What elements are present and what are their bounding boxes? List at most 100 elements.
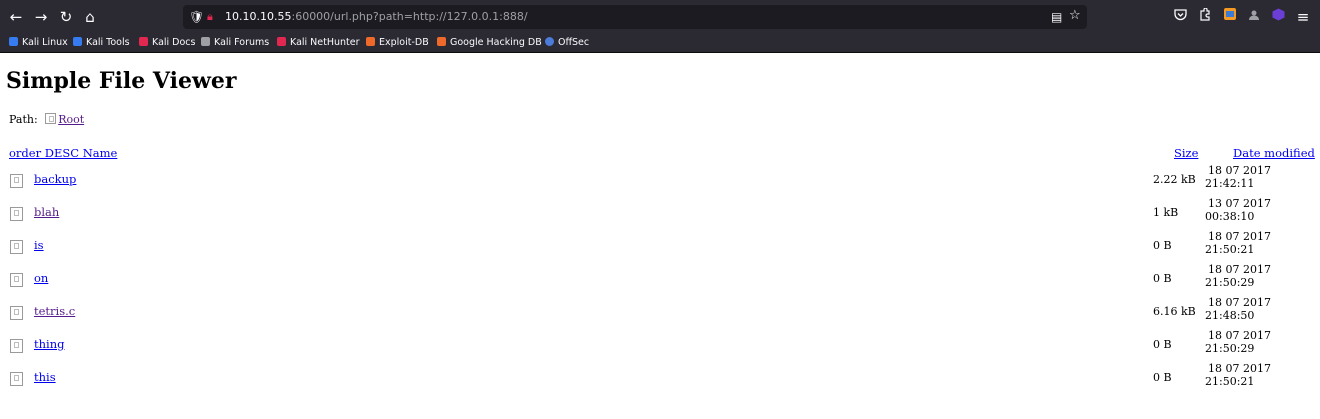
file-row: this 0 B 18 07 2017 21:50:21: [0, 362, 1320, 395]
forward-icon[interactable]: →: [30, 6, 52, 28]
file-size: 6.16 kB: [1153, 305, 1196, 318]
browser-toolbar: ← → ↻ ⌂ 🛡︎ 🔒︎ 10.10.10.55:60000/url.php?…: [0, 0, 1320, 34]
file-icon-glyph: [10, 174, 23, 188]
file-link[interactable]: is: [34, 238, 44, 252]
offsec-icon: [545, 37, 554, 46]
file-icon: [10, 238, 23, 254]
file-date-time: 21:42:11: [1205, 176, 1255, 190]
file-date: 18 07 2017 21:50:29: [1205, 263, 1271, 289]
page-content: Simple File Viewer Path: Root order DESC…: [0, 53, 1320, 419]
extensions-icon[interactable]: [1195, 7, 1215, 27]
exploit-db-icon: [366, 37, 375, 46]
file-size: 1 kB: [1153, 206, 1179, 219]
file-row: is 0 B 18 07 2017 21:50:21: [0, 230, 1320, 263]
kali-tools-icon: [73, 37, 82, 46]
file-icon: [10, 337, 23, 353]
file-size: 0 B: [1153, 239, 1172, 252]
bookmark-kali-forums[interactable]: Kali Forums: [201, 34, 269, 52]
file-icon: [10, 205, 23, 221]
file-date-time: 21:50:21: [1205, 242, 1255, 256]
bookmark-star-icon[interactable]: ☆: [1069, 7, 1081, 25]
file-row: backup 2.22 kB 18 07 2017 21:42:11: [0, 164, 1320, 197]
file-icon-glyph: [10, 240, 23, 254]
file-link[interactable]: tetris.c: [34, 304, 75, 318]
kali-dragon-icon: [9, 37, 18, 46]
file-date-day: 18 07 2017: [1208, 164, 1271, 177]
bookmark-google-hacking-db[interactable]: Google Hacking DB: [437, 34, 542, 52]
file-row: thing 0 B 18 07 2017 21:50:29: [0, 329, 1320, 362]
file-link[interactable]: backup: [34, 172, 76, 186]
file-date-day: 18 07 2017: [1208, 362, 1271, 375]
address-bar[interactable]: 🛡︎ 🔒︎ 10.10.10.55:60000/url.php?path=htt…: [183, 5, 1087, 29]
page-title: Simple File Viewer: [6, 68, 237, 94]
file-link[interactable]: thing: [34, 337, 64, 351]
file-icon-glyph: [10, 207, 23, 221]
file-icon: [10, 172, 23, 188]
file-date: 18 07 2017 21:50:21: [1205, 362, 1271, 388]
file-icon: [10, 304, 23, 320]
file-date-time: 21:48:50: [1205, 308, 1255, 322]
container-icon[interactable]: [1268, 7, 1288, 27]
url-host: 10.10.10.55: [225, 10, 292, 23]
sort-name-header[interactable]: order DESC Name: [9, 146, 117, 160]
root-link[interactable]: Root: [58, 113, 84, 126]
bookmark-exploit-db[interactable]: Exploit-DB: [366, 34, 429, 52]
bookmark-label: Exploit-DB: [379, 37, 429, 48]
file-link[interactable]: this: [34, 370, 56, 384]
file-date: 18 07 2017 21:50:29: [1205, 329, 1271, 355]
bookmark-kali-nethunter[interactable]: Kali NetHunter: [277, 34, 360, 52]
burp-icon[interactable]: [1220, 7, 1240, 27]
file-link[interactable]: blah: [34, 205, 59, 219]
file-icon-glyph: [10, 273, 23, 287]
back-icon[interactable]: ←: [5, 6, 27, 28]
path-breadcrumb: Path: Root: [9, 113, 84, 127]
bookmark-offsec[interactable]: OffSec: [545, 34, 589, 52]
file-link[interactable]: on: [34, 271, 48, 285]
sort-size-header[interactable]: Size: [1174, 146, 1198, 160]
url-path: :60000/url.php?path=http://127.0.0.1:888…: [291, 10, 528, 23]
file-date-day: 18 07 2017: [1208, 296, 1271, 309]
bookmark-label: Google Hacking DB: [450, 37, 542, 48]
nethunter-icon: [277, 37, 286, 46]
home-icon[interactable]: ⌂: [79, 6, 101, 28]
file-icon: [10, 271, 23, 287]
file-date-time: 21:50:21: [1205, 374, 1255, 388]
file-date: 13 07 2017 00:38:10: [1205, 197, 1271, 223]
tracking-protection-icon[interactable]: 🛡︎: [189, 8, 204, 26]
kali-docs-icon: [139, 37, 148, 46]
bookmark-kali-tools[interactable]: Kali Tools: [73, 34, 130, 52]
bookmark-label: Kali Linux: [22, 37, 68, 48]
bookmark-label: Kali NetHunter: [290, 37, 360, 48]
reader-view-icon[interactable]: ▤: [1051, 8, 1062, 26]
bookmark-label: Kali Docs: [152, 37, 196, 48]
file-date-time: 21:50:29: [1205, 275, 1255, 289]
account-icon[interactable]: [1244, 7, 1264, 27]
folder-icon: [45, 113, 57, 124]
file-row: blah 1 kB 13 07 2017 00:38:10: [0, 197, 1320, 230]
menu-icon[interactable]: ≡: [1293, 7, 1313, 27]
bookmark-kali-linux[interactable]: Kali Linux: [9, 34, 68, 52]
file-size: 0 B: [1153, 371, 1172, 384]
sort-date-header[interactable]: Date modified: [1233, 146, 1315, 160]
bookmark-label: Kali Tools: [86, 37, 130, 48]
file-date-day: 13 07 2017: [1208, 197, 1271, 210]
path-label: Path:: [9, 113, 38, 126]
file-date: 18 07 2017 21:48:50: [1205, 296, 1271, 322]
file-date-day: 18 07 2017: [1208, 263, 1271, 276]
file-icon: [10, 370, 23, 386]
file-date-day: 18 07 2017: [1208, 329, 1271, 342]
insecure-lock-icon[interactable]: 🔒︎: [207, 8, 213, 26]
file-size: 2.22 kB: [1153, 173, 1196, 186]
url-text[interactable]: 10.10.10.55:60000/url.php?path=http://12…: [225, 8, 528, 26]
file-icon-glyph: [10, 339, 23, 353]
file-date-time: 21:50:29: [1205, 341, 1255, 355]
reload-icon[interactable]: ↻: [55, 6, 77, 28]
bookmark-label: Kali Forums: [214, 37, 270, 48]
bookmark-label: OffSec: [558, 37, 590, 48]
file-date-day: 18 07 2017: [1208, 230, 1271, 243]
file-row: on 0 B 18 07 2017 21:50:29: [0, 263, 1320, 296]
file-size: 0 B: [1153, 272, 1172, 285]
pocket-icon[interactable]: [1170, 7, 1190, 27]
kali-forums-icon: [201, 37, 210, 46]
bookmark-kali-docs[interactable]: Kali Docs: [139, 34, 195, 52]
